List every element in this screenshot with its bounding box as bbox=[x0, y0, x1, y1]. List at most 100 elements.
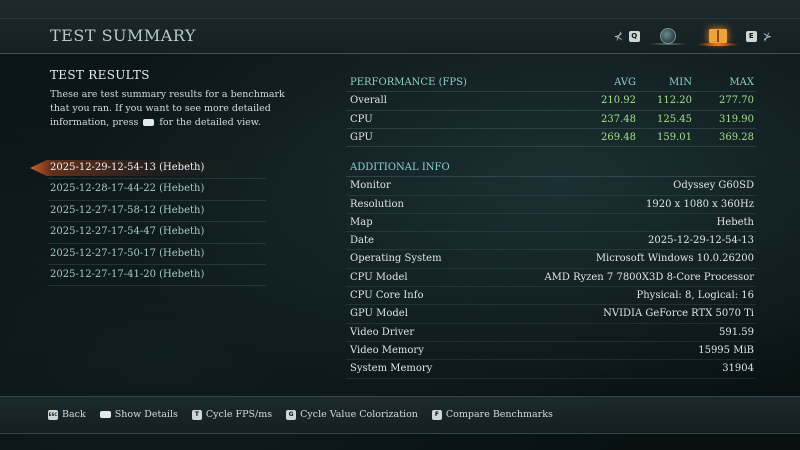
test-results-heading: TEST RESULTS bbox=[50, 68, 150, 82]
min-column-header: MIN bbox=[669, 77, 692, 88]
back-hint[interactable]: ESC Back bbox=[48, 409, 86, 420]
avg-value: 210.92 bbox=[601, 95, 636, 107]
info-row-gpu-model: GPU Model NVIDIA GeForce RTX 5070 Ti bbox=[346, 305, 756, 324]
cycle-fps-hint[interactable]: T Cycle FPS/ms bbox=[191, 409, 273, 420]
info-value: 31904 bbox=[722, 363, 754, 375]
tab-navigation: ⊀ Q E ⊁ bbox=[614, 24, 772, 48]
max-value: 319.90 bbox=[719, 113, 754, 125]
esc-key-icon: ESC bbox=[48, 409, 58, 420]
footer-hint-bar: ESC Back Show Details T Cycle FPS/ms G C… bbox=[0, 396, 800, 434]
info-row-cpu-cores: CPU Core Info Physical: 8, Logical: 16 bbox=[346, 287, 756, 306]
prev-tab-key[interactable]: Q bbox=[628, 30, 640, 42]
info-row-monitor: Monitor Odyssey G60SD bbox=[346, 177, 756, 196]
performance-heading: PERFORMANCE (FPS) bbox=[350, 77, 467, 88]
t-key-icon: T bbox=[191, 409, 202, 420]
info-value: Hebeth bbox=[716, 216, 754, 228]
f-key-icon: F bbox=[431, 409, 442, 420]
min-value: 159.01 bbox=[657, 131, 692, 143]
test-results-description: These are test summary results for a ben… bbox=[50, 88, 302, 130]
max-value: 369.28 bbox=[719, 131, 754, 143]
info-value: 591.59 bbox=[719, 326, 754, 338]
performance-table: PERFORMANCE (FPS) AVG MIN MAX Overall 21… bbox=[346, 74, 756, 148]
show-details-hint[interactable]: Show Details bbox=[99, 409, 178, 420]
info-key: Monitor bbox=[350, 180, 391, 192]
g-key-icon: G bbox=[286, 409, 297, 420]
prev-tab-arrow-icon[interactable]: ⊀ bbox=[614, 30, 623, 43]
row-label: Overall bbox=[350, 95, 387, 107]
run-item[interactable]: 2025-12-28-17-44-22 (Hebeth) bbox=[48, 179, 266, 201]
cycle-colorization-hint[interactable]: G Cycle Value Colorization bbox=[286, 409, 418, 420]
tab-benchmark[interactable] bbox=[695, 25, 740, 47]
info-value: Odyssey G60SD bbox=[673, 180, 754, 192]
run-item[interactable]: 2025-12-27-17-58-12 (Hebeth) bbox=[48, 201, 266, 223]
info-key: GPU Model bbox=[350, 308, 408, 320]
run-label: 2025-12-27-17-58-12 (Hebeth) bbox=[50, 204, 205, 216]
row-label: CPU bbox=[350, 113, 373, 125]
min-value: 125.45 bbox=[657, 113, 692, 125]
control-hints: ESC Back Show Details T Cycle FPS/ms G C… bbox=[48, 409, 553, 420]
details-key-icon bbox=[143, 119, 155, 126]
performance-row-gpu: GPU 269.48 159.01 369.28 bbox=[346, 129, 756, 148]
info-row-video-memory: Video Memory 15995 MiB bbox=[346, 342, 756, 361]
info-key: Operating System bbox=[350, 253, 442, 265]
run-label: 2025-12-27-17-41-20 (Hebeth) bbox=[50, 268, 205, 280]
info-value: Physical: 8, Logical: 16 bbox=[636, 290, 754, 302]
max-column-header: MAX bbox=[729, 77, 754, 88]
info-value: AMD Ryzen 7 7800X3D 8-Core Processor bbox=[544, 271, 754, 283]
additional-info-table: ADDITIONAL INFO Monitor Odyssey G60SD Res… bbox=[346, 159, 756, 379]
info-key: CPU Core Info bbox=[350, 290, 424, 302]
info-row-date: Date 2025-12-29-12-54-13 bbox=[346, 232, 756, 251]
compare-benchmarks-hint[interactable]: F Compare Benchmarks bbox=[431, 409, 553, 420]
tab-options[interactable] bbox=[646, 25, 690, 47]
info-row-video-driver: Video Driver 591.59 bbox=[346, 324, 756, 342]
info-row-os: Operating System Microsoft Windows 10.0.2… bbox=[346, 250, 756, 269]
next-tab-arrow-icon[interactable]: ⊁ bbox=[763, 30, 772, 43]
info-key: Date bbox=[350, 235, 374, 247]
info-row-cpu-model: CPU Model AMD Ryzen 7 7800X3D 8-Core Proc… bbox=[346, 269, 756, 288]
run-item[interactable]: 2025-12-27-17-50-17 (Hebeth) bbox=[48, 244, 266, 265]
info-value: Microsoft Windows 10.0.26200 bbox=[595, 253, 754, 265]
info-value: 2025-12-29-12-54-13 bbox=[648, 235, 754, 247]
info-value: NVIDIA GeForce RTX 5070 Ti bbox=[603, 308, 754, 320]
info-key: Map bbox=[350, 216, 373, 228]
info-key: Resolution bbox=[350, 198, 404, 210]
run-item[interactable]: 2025-12-27-17-54-47 (Hebeth) bbox=[48, 222, 266, 244]
info-row-resolution: Resolution 1920 x 1080 x 360Hz bbox=[346, 196, 756, 214]
description-text-end: for the detailed view. bbox=[159, 117, 261, 128]
header-divider bbox=[0, 18, 800, 19]
performance-row-cpu: CPU 237.48 125.45 319.90 bbox=[346, 111, 756, 129]
info-key: CPU Model bbox=[350, 271, 408, 283]
info-value: 1920 x 1080 x 360Hz bbox=[646, 198, 754, 210]
run-label: 2025-12-27-17-54-47 (Hebeth) bbox=[50, 226, 205, 238]
orb-icon bbox=[659, 28, 676, 44]
compare-benchmarks-label: Compare Benchmarks bbox=[445, 409, 553, 420]
run-label: 2025-12-29-12-54-13 (Hebeth) bbox=[50, 162, 205, 173]
info-key: Video Memory bbox=[350, 344, 424, 356]
book-icon bbox=[708, 29, 727, 43]
max-value: 277.70 bbox=[719, 95, 754, 107]
run-label: 2025-12-27-17-50-17 (Hebeth) bbox=[50, 247, 205, 259]
avg-value: 269.48 bbox=[601, 131, 636, 143]
show-details-label: Show Details bbox=[114, 409, 178, 420]
page-title: TEST SUMMARY bbox=[50, 26, 196, 45]
avg-value: 237.48 bbox=[601, 113, 636, 125]
run-label: 2025-12-28-17-44-22 (Hebeth) bbox=[50, 183, 205, 195]
info-row-system-memory: System Memory 31904 bbox=[346, 360, 756, 379]
space-key-icon bbox=[99, 411, 111, 418]
row-label: GPU bbox=[350, 131, 373, 143]
next-tab-key[interactable]: E bbox=[745, 30, 757, 42]
additional-info-heading: ADDITIONAL INFO bbox=[346, 159, 756, 178]
cycle-fps-label: Cycle FPS/ms bbox=[205, 409, 273, 420]
benchmark-run-list: 2025-12-29-12-54-13 (Hebeth) 2025-12-28-… bbox=[48, 158, 266, 287]
min-value: 112.20 bbox=[657, 95, 692, 107]
run-item[interactable]: 2025-12-27-17-41-20 (Hebeth) bbox=[48, 265, 266, 287]
performance-header-row: PERFORMANCE (FPS) AVG MIN MAX bbox=[346, 74, 756, 93]
info-row-map: Map Hebeth bbox=[346, 214, 756, 233]
avg-column-header: AVG bbox=[614, 77, 636, 88]
back-label: Back bbox=[62, 409, 86, 420]
performance-row-overall: Overall 210.92 112.20 277.70 bbox=[346, 92, 756, 111]
info-key: Video Driver bbox=[350, 326, 415, 338]
top-bar: TEST SUMMARY ⊀ Q E ⊁ bbox=[0, 0, 800, 54]
run-item-selected[interactable]: 2025-12-29-12-54-13 (Hebeth) bbox=[48, 158, 266, 180]
cycle-colorization-label: Cycle Value Colorization bbox=[300, 409, 418, 420]
